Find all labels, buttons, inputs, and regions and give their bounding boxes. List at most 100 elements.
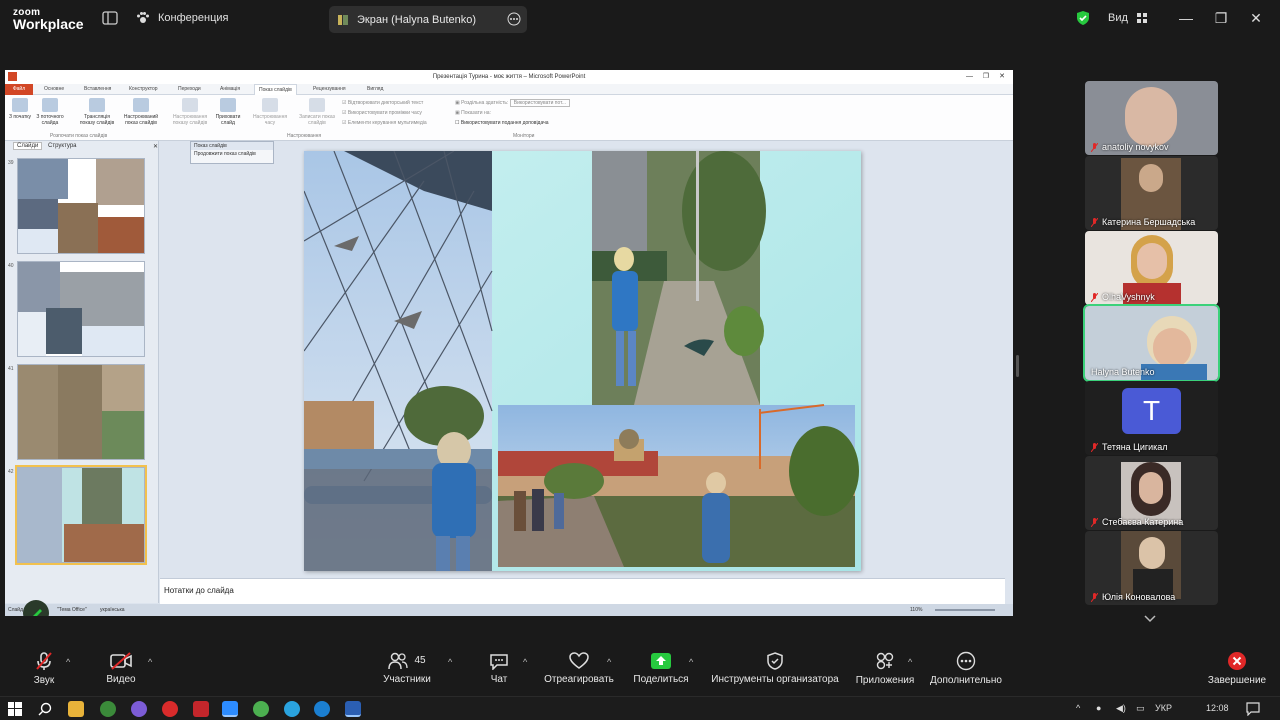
slide-thumbnail-40[interactable] [17, 261, 145, 357]
close-icon[interactable]: ✕ [1246, 10, 1266, 27]
ribbon-broadcast[interactable]: Трансляція показу слайдів [77, 98, 117, 126]
battery-icon[interactable]: ▭ [1136, 703, 1145, 714]
apps-options-caret[interactable]: ^ [908, 657, 912, 667]
participants-button[interactable]: 45 Участники [378, 640, 436, 696]
opera-icon[interactable] [162, 701, 178, 717]
tab-slides[interactable]: Слайди [13, 142, 43, 150]
check-narration[interactable]: ☑ Відтворювати дикторський текст [342, 100, 423, 106]
check-presenter-view[interactable]: ☐ Використовувати подання доповідача [455, 120, 549, 126]
security-shield-icon[interactable] [1075, 10, 1091, 26]
notification-icon[interactable] [1246, 702, 1260, 716]
file-explorer-icon[interactable] [68, 701, 84, 717]
split-handle[interactable] [1016, 355, 1019, 377]
chat-label: Чат [490, 673, 508, 685]
video-options-caret[interactable]: ^ [148, 657, 152, 667]
ppt-tab-animations[interactable]: Анімація [220, 86, 240, 92]
view-button[interactable]: Вид [1108, 12, 1148, 24]
participants-options-caret[interactable]: ^ [448, 657, 452, 667]
chrome-icon-2[interactable] [253, 701, 269, 717]
ppt-tab-home[interactable]: Основне [44, 86, 64, 92]
tab-outline[interactable]: Структура [48, 143, 76, 149]
search-icon[interactable] [38, 702, 52, 716]
slide-thumbnail-42-selected[interactable] [15, 465, 147, 565]
status-zoom[interactable]: 110% [910, 607, 922, 613]
ribbon-hide-slide[interactable]: Приховати слайд [211, 98, 245, 126]
volume-icon[interactable]: ◀) [1116, 703, 1126, 714]
hide-panel-icon[interactable] [102, 10, 118, 26]
ribbon-record-show[interactable]: Записати показ слайдів [297, 98, 337, 126]
popup-continue-item[interactable]: Продовжити показ слайдів [191, 150, 273, 158]
viber-icon[interactable] [131, 701, 147, 717]
telegram-icon[interactable] [284, 701, 300, 717]
chat-button[interactable]: Чат [484, 640, 514, 696]
zoom-slider[interactable] [935, 609, 995, 611]
ribbon-rehearse-timings[interactable]: Настроювання часу [249, 98, 291, 126]
apps-button[interactable]: Приложения [852, 640, 918, 696]
acrobat-icon[interactable] [193, 701, 209, 717]
ppt-file-tab[interactable]: Файл [5, 84, 33, 95]
screen-share-indicator[interactable]: Экран (Halyna Butenko) [329, 6, 527, 33]
ribbon-custom-show[interactable]: Настроюваний показ слайдів [119, 98, 163, 126]
chrome-icon[interactable] [100, 701, 116, 717]
tray-mic-icon[interactable]: ● [1096, 703, 1101, 713]
ppt-tab-design[interactable]: Конструктор [129, 86, 158, 92]
react-options-caret[interactable]: ^ [607, 657, 611, 667]
keyboard-language[interactable]: УКР [1155, 703, 1172, 713]
ppt-tab-view[interactable]: Вигляд [367, 86, 383, 92]
ppt-tab-insert[interactable]: Вставлення [84, 86, 111, 92]
audio-options-caret[interactable]: ^ [66, 657, 70, 667]
ppt-tab-slideshow[interactable]: Показ слайдів [254, 84, 297, 95]
record-icon [309, 98, 325, 112]
ppt-minimize-icon[interactable]: — [966, 70, 973, 84]
chat-options-caret[interactable]: ^ [523, 657, 527, 667]
meeting-info-button[interactable]: Конференция [136, 11, 228, 25]
people-icon [388, 652, 409, 669]
word-icon[interactable] [345, 701, 361, 717]
slide-thumbnail-41[interactable] [17, 364, 145, 460]
end-meeting-button[interactable]: Завершение [1204, 640, 1270, 696]
video-button[interactable]: Видео [101, 640, 141, 696]
ppt-tab-review[interactable]: Рецензування [313, 86, 346, 92]
participant-tile[interactable]: Юлія Коновалова [1085, 531, 1218, 605]
host-tools-button[interactable]: Инструменты организатора [707, 640, 843, 696]
minimize-icon[interactable]: — [1176, 10, 1196, 26]
check-timings[interactable]: ☑ Використовувати проміжки часу [342, 110, 422, 116]
ppt-restore-icon[interactable]: ❐ [983, 70, 989, 84]
windows-start-icon[interactable] [8, 702, 22, 716]
show-on-select[interactable]: ▣ Показати на: [455, 110, 491, 116]
annotate-pen-icon[interactable] [23, 600, 49, 616]
share-options-caret[interactable]: ^ [689, 657, 693, 667]
pane-close-icon[interactable]: ✕ [153, 143, 158, 150]
participant-tile[interactable]: Катерина Бершадська [1085, 156, 1218, 230]
react-button[interactable]: Отреагировать [540, 640, 618, 696]
maximize-icon[interactable]: ❐ [1211, 10, 1231, 27]
audio-button[interactable]: Звук [26, 640, 62, 696]
participant-tile[interactable]: Стебаєва Катерина [1085, 456, 1218, 530]
mic-off-icon [1091, 442, 1098, 452]
ribbon-from-current[interactable]: З поточного слайда [33, 98, 67, 126]
ppt-tab-transitions[interactable]: Переходи [178, 86, 201, 92]
participant-tile-active-speaker[interactable]: Halyna Butenko [1083, 304, 1220, 382]
chevron-down-icon[interactable] [1144, 614, 1156, 624]
check-media-controls[interactable]: ☑ Елементи керування мультимедіа [342, 120, 427, 126]
ribbon-setup-show[interactable]: Настроювання показу слайдів [169, 98, 211, 126]
ribbon-from-beginning[interactable]: З початку [8, 98, 32, 120]
slide-thumbnail-39[interactable] [17, 158, 145, 254]
clock[interactable]: 12:08 [1206, 703, 1229, 713]
slide-notes-field[interactable]: Нотатки до слайда [160, 578, 1005, 604]
more-button[interactable]: Дополнительно [926, 640, 1006, 696]
share-button[interactable]: Поделиться [630, 640, 692, 696]
participant-name: Стебаєва Катерина [1102, 517, 1184, 527]
tray-chevron-icon[interactable]: ^ [1076, 703, 1080, 713]
participant-name: anatoliy novykov [1102, 142, 1169, 152]
participant-tile[interactable]: anatoliy novykov [1085, 81, 1218, 155]
setup-show-icon [182, 98, 198, 112]
ppt-close-icon[interactable]: ✕ [999, 70, 1005, 84]
resolution-select[interactable]: ▣ Роздільна здатність: Використовувати п… [455, 99, 571, 107]
zoom-taskbar-icon[interactable] [222, 701, 238, 717]
edge-icon[interactable] [314, 701, 330, 717]
participant-tile[interactable]: OlhaVyshnyk [1085, 231, 1218, 305]
meeting-controls-bar: Звук ^ Видео ^ 45 Участники ^ Чат ^ Отре… [0, 640, 1280, 696]
ribbon-label: Настроювання показу слайдів [172, 114, 208, 126]
participant-tile[interactable]: T Тетяна Цигикал [1085, 381, 1218, 455]
